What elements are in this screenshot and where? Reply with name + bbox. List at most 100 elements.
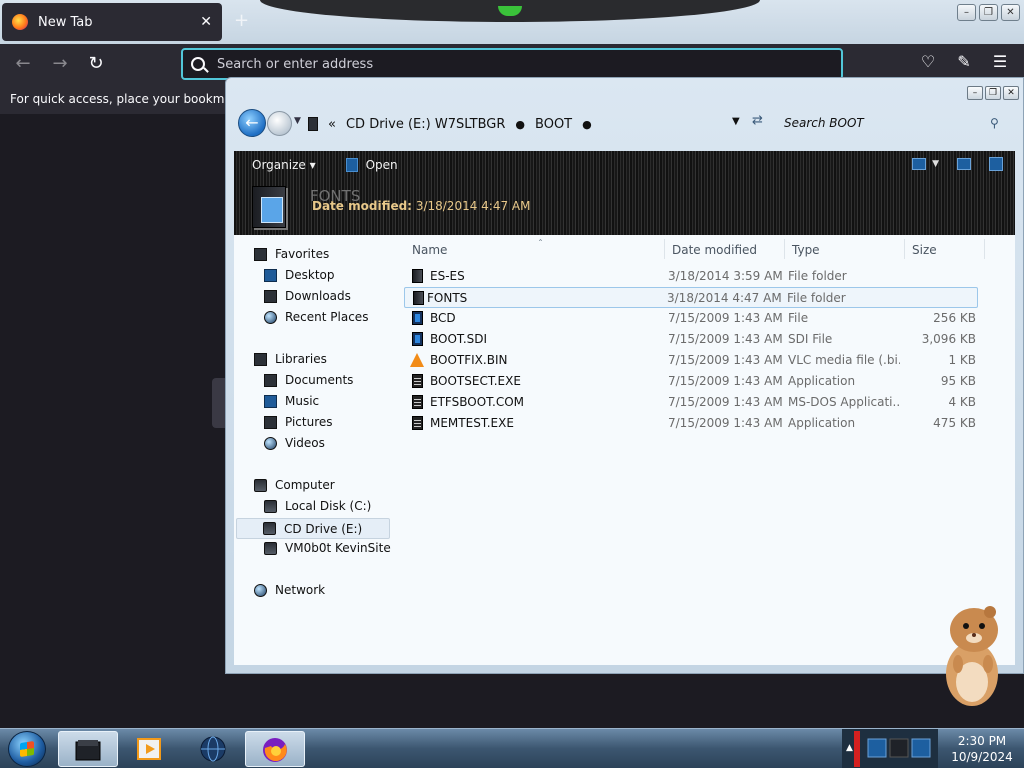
breadcrumb[interactable]: « CD Drive (E:) W7SLTBGR ● BOOT ● [308,112,758,136]
file-size: 95 KB [940,374,976,388]
help-icon[interactable] [989,157,1003,171]
column-name[interactable]: Name ˆ [412,239,662,261]
back-arrow-icon[interactable]: ← [11,52,35,76]
refresh-icon[interactable]: ⇄ [752,113,763,128]
file-type: File folder [787,291,846,305]
libraries-icon [254,352,267,366]
breadcrumb-boot[interactable]: BOOT [535,117,572,132]
file-row[interactable]: BOOTSECT.EXE 7/15/2009 1:43 AM Applicati… [406,371,986,392]
taskbar-firefox[interactable] [245,731,305,767]
nav-computer[interactable]: Computer [254,478,335,492]
start-button[interactable] [8,731,46,767]
back-button[interactable]: ← [238,109,266,137]
open-button[interactable]: Open [345,158,398,172]
nav-libraries[interactable]: Libraries [254,352,327,366]
forward-button[interactable] [267,111,292,136]
tray-icons[interactable] [866,735,932,763]
taskbar-explorer[interactable] [58,731,118,767]
close-button[interactable]: ✕ [1001,4,1020,21]
explorer-close-button[interactable]: ✕ [1003,86,1019,100]
forward-arrow-icon[interactable]: → [48,52,72,76]
minimize-button[interactable]: – [957,4,976,21]
column-divider[interactable] [904,239,905,259]
menu-icon[interactable]: ☰ [988,52,1012,71]
breadcrumb-separator-icon[interactable]: ● [582,118,592,131]
pocket-icon[interactable]: ♡ [916,52,940,71]
address-dropdown-icon[interactable]: ▼ [732,116,740,127]
network-icon [254,583,267,597]
taskbar-media-player[interactable] [120,731,180,767]
address-bar[interactable] [181,48,843,80]
file-name: BOOTFIX.BIN [430,353,508,367]
reload-icon[interactable]: ↻ [84,52,108,76]
file-row[interactable]: BCD 7/15/2009 1:43 AM File 256 KB [406,308,986,329]
nav-desktop[interactable]: Desktop [264,268,335,282]
organize-button[interactable]: Organize ▾ [252,158,316,172]
file-date: 7/15/2009 1:43 AM [668,332,783,346]
nav-cd-drive[interactable]: CD Drive (E:) [236,518,390,539]
taskbar-browser-globe[interactable] [184,731,244,767]
explorer-search-input[interactable] [784,116,984,130]
nav-local-disk[interactable]: Local Disk (C:) [264,499,371,513]
preview-pane-icon[interactable] [957,158,971,170]
nav-recent-places[interactable]: Recent Places [264,310,368,324]
application-icon [412,416,423,430]
address-input[interactable] [217,56,817,72]
file-name: BOOTSECT.EXE [430,374,521,388]
column-type[interactable]: Type [792,239,904,261]
extensions-icon[interactable]: ✎ [952,52,976,71]
nav-vm-site[interactable]: VM0b0t KevinSite [264,541,391,555]
firefox-icon [263,738,287,762]
new-tab-button[interactable]: + [234,10,249,31]
breadcrumb-overflow[interactable]: « [328,117,336,132]
file-row[interactable]: BOOTFIX.BIN 7/15/2009 1:43 AM VLC media … [406,350,986,371]
application-icon [412,395,423,409]
breadcrumb-separator-icon[interactable]: ● [515,118,525,131]
column-size[interactable]: Size [912,239,982,261]
application-icon [412,374,423,388]
nav-music[interactable]: Music [264,394,319,408]
file-row[interactable]: MEMTEST.EXE 7/15/2009 1:43 AM Applicatio… [406,413,986,434]
explorer-minimize-button[interactable]: – [967,86,983,100]
nav-downloads[interactable]: Downloads [264,289,351,303]
change-view-icon[interactable] [912,158,927,170]
bookmarks-toolbar-hint: For quick access, place your bookmarks h [0,84,226,114]
nav-favorites[interactable]: Favorites [254,247,329,261]
file-row[interactable]: BOOT.SDI 7/15/2009 1:43 AM SDI File 3,09… [406,329,986,350]
nav-network[interactable]: Network [254,583,325,597]
history-dropdown-icon[interactable]: ▼ [294,116,301,126]
explorer-maximize-button[interactable]: ❐ [985,86,1001,100]
globe-icon [200,736,226,762]
file-row[interactable]: ES-ES 3/18/2014 3:59 AM File folder [406,266,986,287]
nav-documents[interactable]: Documents [264,373,353,387]
file-date: 7/15/2009 1:43 AM [668,416,783,430]
cd-drive-icon [263,522,276,535]
column-divider[interactable] [984,239,985,259]
taskbar-clock[interactable]: 2:30 PM 10/9/2024 [940,733,1024,765]
hamster-mascot-icon [946,606,998,706]
file-row-selected[interactable]: FONTS 3/18/2014 4:47 AM File folder [404,287,978,308]
file-size: 1 KB [948,353,976,367]
nav-videos[interactable]: Videos [264,436,325,450]
show-hidden-icons-icon[interactable]: ▲ [846,743,853,753]
maximize-button[interactable]: ❐ [979,4,998,21]
folder-icon [412,269,423,283]
view-dropdown-icon[interactable]: ▼ [932,159,939,169]
search-icon[interactable]: ⚲ [990,116,999,130]
column-divider[interactable] [664,239,665,259]
file-date: 3/18/2014 4:47 AM [667,291,782,305]
file-date: 3/18/2014 3:59 AM [668,269,783,283]
tab-new-tab[interactable]: New Tab ✕ [2,3,222,41]
tab-close-icon[interactable]: ✕ [200,14,212,30]
vlc-icon [410,353,424,367]
breadcrumb-cd-drive[interactable]: CD Drive (E:) W7SLTBGR [346,117,505,132]
open-label: Open [365,158,398,172]
column-divider[interactable] [784,239,785,259]
explorer-search[interactable]: ⚲ [778,110,1012,136]
nav-pictures[interactable]: Pictures [264,415,333,429]
videos-icon [264,436,277,450]
nav-label: Recent Places [285,310,369,324]
column-date-modified[interactable]: Date modified [672,239,788,261]
file-row[interactable]: ETFSBOOT.COM 7/15/2009 1:43 AM MS-DOS Ap… [406,392,986,413]
file-type: Application [788,416,856,430]
